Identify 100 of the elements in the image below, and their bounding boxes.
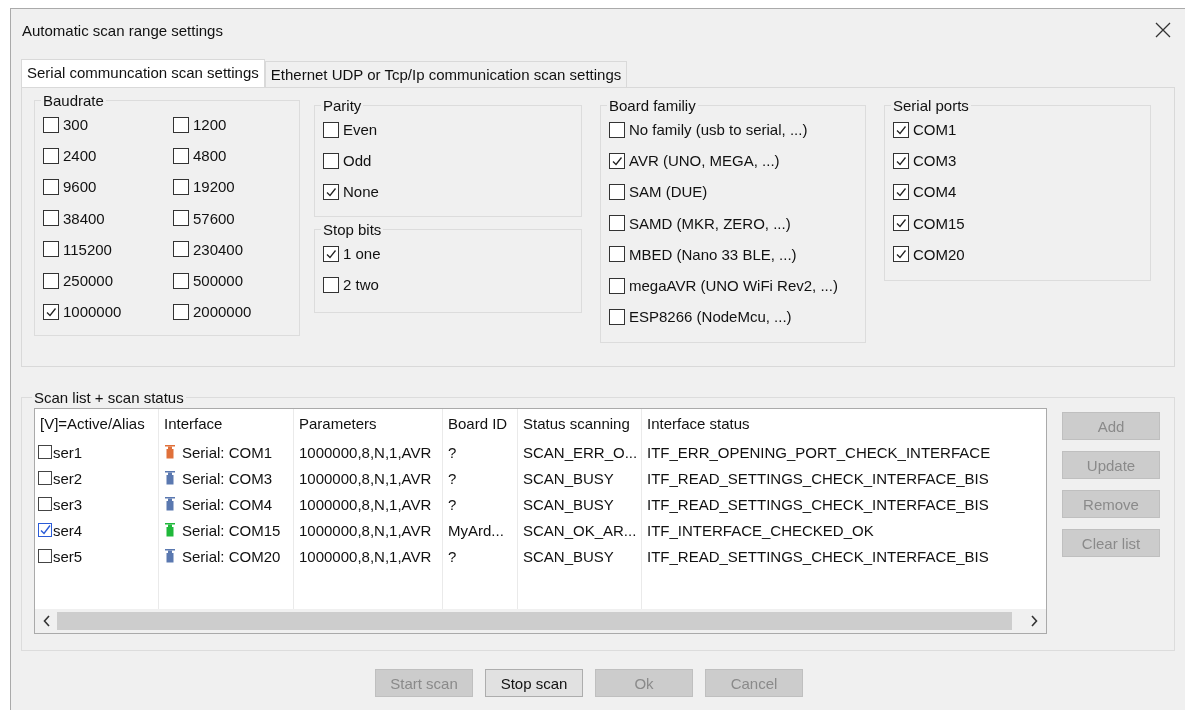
alias-text: ser2	[53, 469, 83, 487]
checkbox-label: COM4	[913, 183, 957, 201]
tab[interactable]: Serial communcation scan settings	[21, 59, 265, 87]
column-header[interactable]: Board ID	[443, 409, 518, 439]
column-header[interactable]: Parameters	[294, 409, 443, 439]
checkbox-label: 1000000	[63, 303, 122, 321]
scrollbar-thumb[interactable]	[57, 612, 1012, 630]
checkbox[interactable]	[173, 210, 189, 227]
checkbox[interactable]	[609, 277, 625, 294]
scroll-right-icon[interactable]	[1030, 615, 1038, 627]
interface-text: Serial: COM20	[182, 547, 281, 565]
table-cell: 1000000,8,N,1,AVR	[294, 543, 443, 569]
checkbox-label: SAMD (MKR, ZERO, ...)	[629, 214, 791, 232]
checkbox-label: 115200	[63, 240, 112, 258]
checkbox-label: COM15	[913, 214, 965, 232]
checkbox[interactable]	[173, 147, 189, 164]
checkbox-label: Even	[343, 121, 378, 139]
checkbox-label: 57600	[193, 209, 235, 227]
checkbox[interactable]	[43, 116, 59, 133]
checkbox-label: 2000000	[193, 303, 252, 321]
checkbox[interactable]	[609, 183, 625, 200]
checkbox-label: Odd	[343, 152, 372, 170]
checkbox[interactable]	[43, 241, 59, 258]
checkbox[interactable]	[173, 116, 189, 133]
table-cell: 1000000,8,N,1,AVR	[294, 439, 443, 465]
checkbox[interactable]	[43, 272, 59, 289]
table-cell: SCAN_OK_AR...	[518, 517, 642, 543]
alias-text: ser3	[53, 495, 83, 513]
checkbox[interactable]	[38, 497, 52, 511]
table-cell-text: ITF_READ_SETTINGS_CHECK_INTERFACE_BIS	[646, 468, 990, 489]
table-cell: ?	[443, 439, 518, 465]
checkbox[interactable]	[43, 147, 59, 164]
column-header[interactable]: Status scanning	[518, 409, 642, 439]
column-header[interactable]: Interface	[159, 409, 294, 439]
table-cell-text: ITF_READ_SETTINGS_CHECK_INTERFACE_BIS	[646, 546, 990, 567]
checkbox[interactable]	[893, 121, 909, 138]
checkbox-label: 9600	[63, 178, 97, 196]
column-header[interactable]: Interface status	[642, 409, 1046, 439]
checkbox[interactable]	[893, 215, 909, 232]
checkbox[interactable]	[323, 245, 339, 262]
checkbox-label: 1200	[193, 116, 227, 134]
checkbox-label: No family (usb to serial, ...)	[629, 121, 808, 139]
horizontal-scrollbar[interactable]	[35, 609, 1046, 633]
checkbox[interactable]	[38, 523, 52, 537]
table-cell: ?	[443, 491, 518, 517]
checkbox[interactable]	[609, 246, 625, 263]
checkbox[interactable]	[43, 178, 59, 195]
alias-text: ser5	[53, 547, 83, 565]
checkbox[interactable]	[38, 471, 52, 485]
checkbox-label: 19200	[193, 178, 235, 196]
tab[interactable]: Ethernet UDP or Tcp/Ip communication scan settings	[264, 61, 628, 87]
checkbox-label: COM20	[913, 245, 965, 263]
checkbox-label: 230400	[193, 240, 244, 258]
checkbox[interactable]	[609, 215, 625, 232]
table-cell: ?	[443, 543, 518, 569]
table-cell: SCAN_BUSY	[518, 491, 642, 517]
column-header[interactable]: [V]=Active/Alias	[35, 409, 159, 439]
table-cell-text: ITF_READ_SETTINGS_CHECK_INTERFACE_BIS	[646, 494, 990, 515]
checkbox-label: ESP8266 (NodeMcu, ...)	[629, 308, 792, 326]
close-icon[interactable]	[1155, 22, 1171, 38]
group-title: Stop bits	[322, 221, 383, 238]
checkbox[interactable]	[609, 308, 625, 325]
checkbox-label: None	[343, 183, 379, 201]
checkbox[interactable]	[609, 121, 625, 138]
table-cell: SCAN_ERR_O...	[518, 439, 642, 465]
checkbox-label: MBED (Nano 33 BLE, ...)	[629, 245, 797, 263]
checkbox[interactable]	[173, 178, 189, 195]
checkbox[interactable]	[43, 210, 59, 227]
checkbox-label: megaAVR (UNO WiFi Rev2, ...)	[629, 277, 838, 295]
checkbox[interactable]	[323, 121, 339, 138]
checkbox[interactable]	[323, 276, 339, 293]
checkbox-label: 300	[63, 116, 89, 134]
group-title: Scan list + scan status	[33, 389, 185, 406]
checkbox-label: 2 two	[343, 276, 379, 294]
checkbox-label: COM1	[913, 121, 957, 139]
checkbox[interactable]	[609, 152, 625, 169]
checkbox[interactable]	[173, 241, 189, 258]
checkbox[interactable]	[38, 549, 52, 563]
checkbox[interactable]	[38, 445, 52, 459]
table-cell-text: ITF_ERR_OPENING_PORT_CHECK_INTERFACE	[646, 442, 992, 463]
interface-text: Serial: COM3	[182, 469, 273, 487]
checkbox-label: 1 one	[343, 245, 381, 263]
checkbox[interactable]	[323, 152, 339, 169]
scroll-left-icon[interactable]	[43, 615, 51, 627]
checkbox[interactable]	[893, 152, 909, 169]
table-cell: 1000000,8,N,1,AVR	[294, 491, 443, 517]
checkbox[interactable]	[893, 246, 909, 263]
group-title: Baudrate	[42, 92, 105, 109]
table-cell: SCAN_BUSY	[518, 465, 642, 491]
checkbox[interactable]	[893, 183, 909, 200]
window-title: Automatic scan range settings	[22, 21, 223, 39]
interface-text: Serial: COM15	[182, 521, 281, 539]
group-title: Serial ports	[892, 97, 970, 114]
checkbox[interactable]	[323, 183, 339, 200]
group-title: Parity	[322, 97, 363, 114]
checkbox-label: 4800	[193, 147, 227, 165]
checkbox[interactable]	[173, 303, 189, 320]
dialog-button[interactable]: Stop scan	[485, 669, 583, 697]
checkbox[interactable]	[43, 303, 59, 320]
checkbox[interactable]	[173, 272, 189, 289]
